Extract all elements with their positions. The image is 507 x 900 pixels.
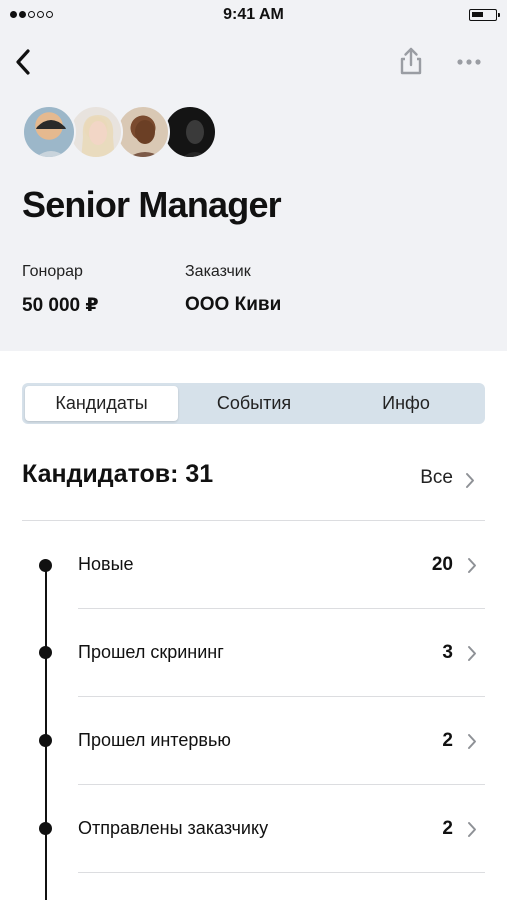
chevron-left-icon <box>16 49 30 75</box>
stage-count: 2 <box>442 730 453 751</box>
pipeline-stage-screening[interactable]: Прошел скрининг 3 <box>0 609 507 697</box>
stage-label: Отправлены заказчику <box>78 818 269 838</box>
stage-dot <box>39 822 52 835</box>
see-all-label: Все <box>420 467 453 488</box>
avatar <box>69 105 123 159</box>
stage-count: 3 <box>442 642 453 663</box>
section-tabs: Кандидаты События Инфо <box>22 383 485 424</box>
status-bar: 9:41 AM <box>0 0 507 32</box>
more-dots-icon <box>457 59 481 65</box>
fee-value: 50 000 ₽ <box>22 295 99 316</box>
client-label: Заказчик <box>185 263 251 280</box>
chevron-right-icon <box>468 646 476 661</box>
stage-label: Прошел интервью <box>78 730 231 750</box>
back-button[interactable] <box>14 44 46 80</box>
vacancy-title: Senior Manager <box>22 184 282 225</box>
chevron-right-icon <box>468 822 476 837</box>
chevron-right-icon <box>468 734 476 749</box>
avatar <box>163 105 217 159</box>
stage-label: Прошел скрининг <box>78 642 224 662</box>
avatar <box>22 105 76 159</box>
stage-dot <box>39 646 52 659</box>
status-time: 9:41 AM <box>223 6 284 23</box>
client-value: ООО Киви <box>185 294 282 315</box>
pipeline-stage-interview[interactable]: Прошел интервью 2 <box>0 697 507 785</box>
tab-info[interactable]: Инфо <box>330 386 482 421</box>
pipeline-stage-sent-to-client[interactable]: Отправлены заказчику 2 <box>0 785 507 873</box>
pipeline-stage-new[interactable]: Новые 20 <box>0 521 507 609</box>
battery-icon <box>469 9 500 21</box>
share-button[interactable] <box>396 46 426 76</box>
stage-dot <box>39 734 52 747</box>
tab-candidates[interactable]: Кандидаты <box>25 386 178 421</box>
stage-label: Новые <box>78 554 134 574</box>
stage-count: 20 <box>431 554 453 575</box>
chevron-right-icon <box>466 473 474 488</box>
tab-events[interactable]: События <box>179 386 329 421</box>
chevron-right-icon <box>468 558 476 573</box>
stage-count: 2 <box>442 818 453 839</box>
more-button[interactable] <box>456 52 482 72</box>
share-icon <box>400 47 422 75</box>
see-all-link[interactable]: Все <box>400 465 487 495</box>
fee-label: Гонорар <box>22 263 83 280</box>
divider <box>78 872 485 873</box>
avatar <box>116 105 170 159</box>
stage-dot <box>39 559 52 572</box>
candidates-count-title: Кандидатов: 31 <box>22 460 214 488</box>
